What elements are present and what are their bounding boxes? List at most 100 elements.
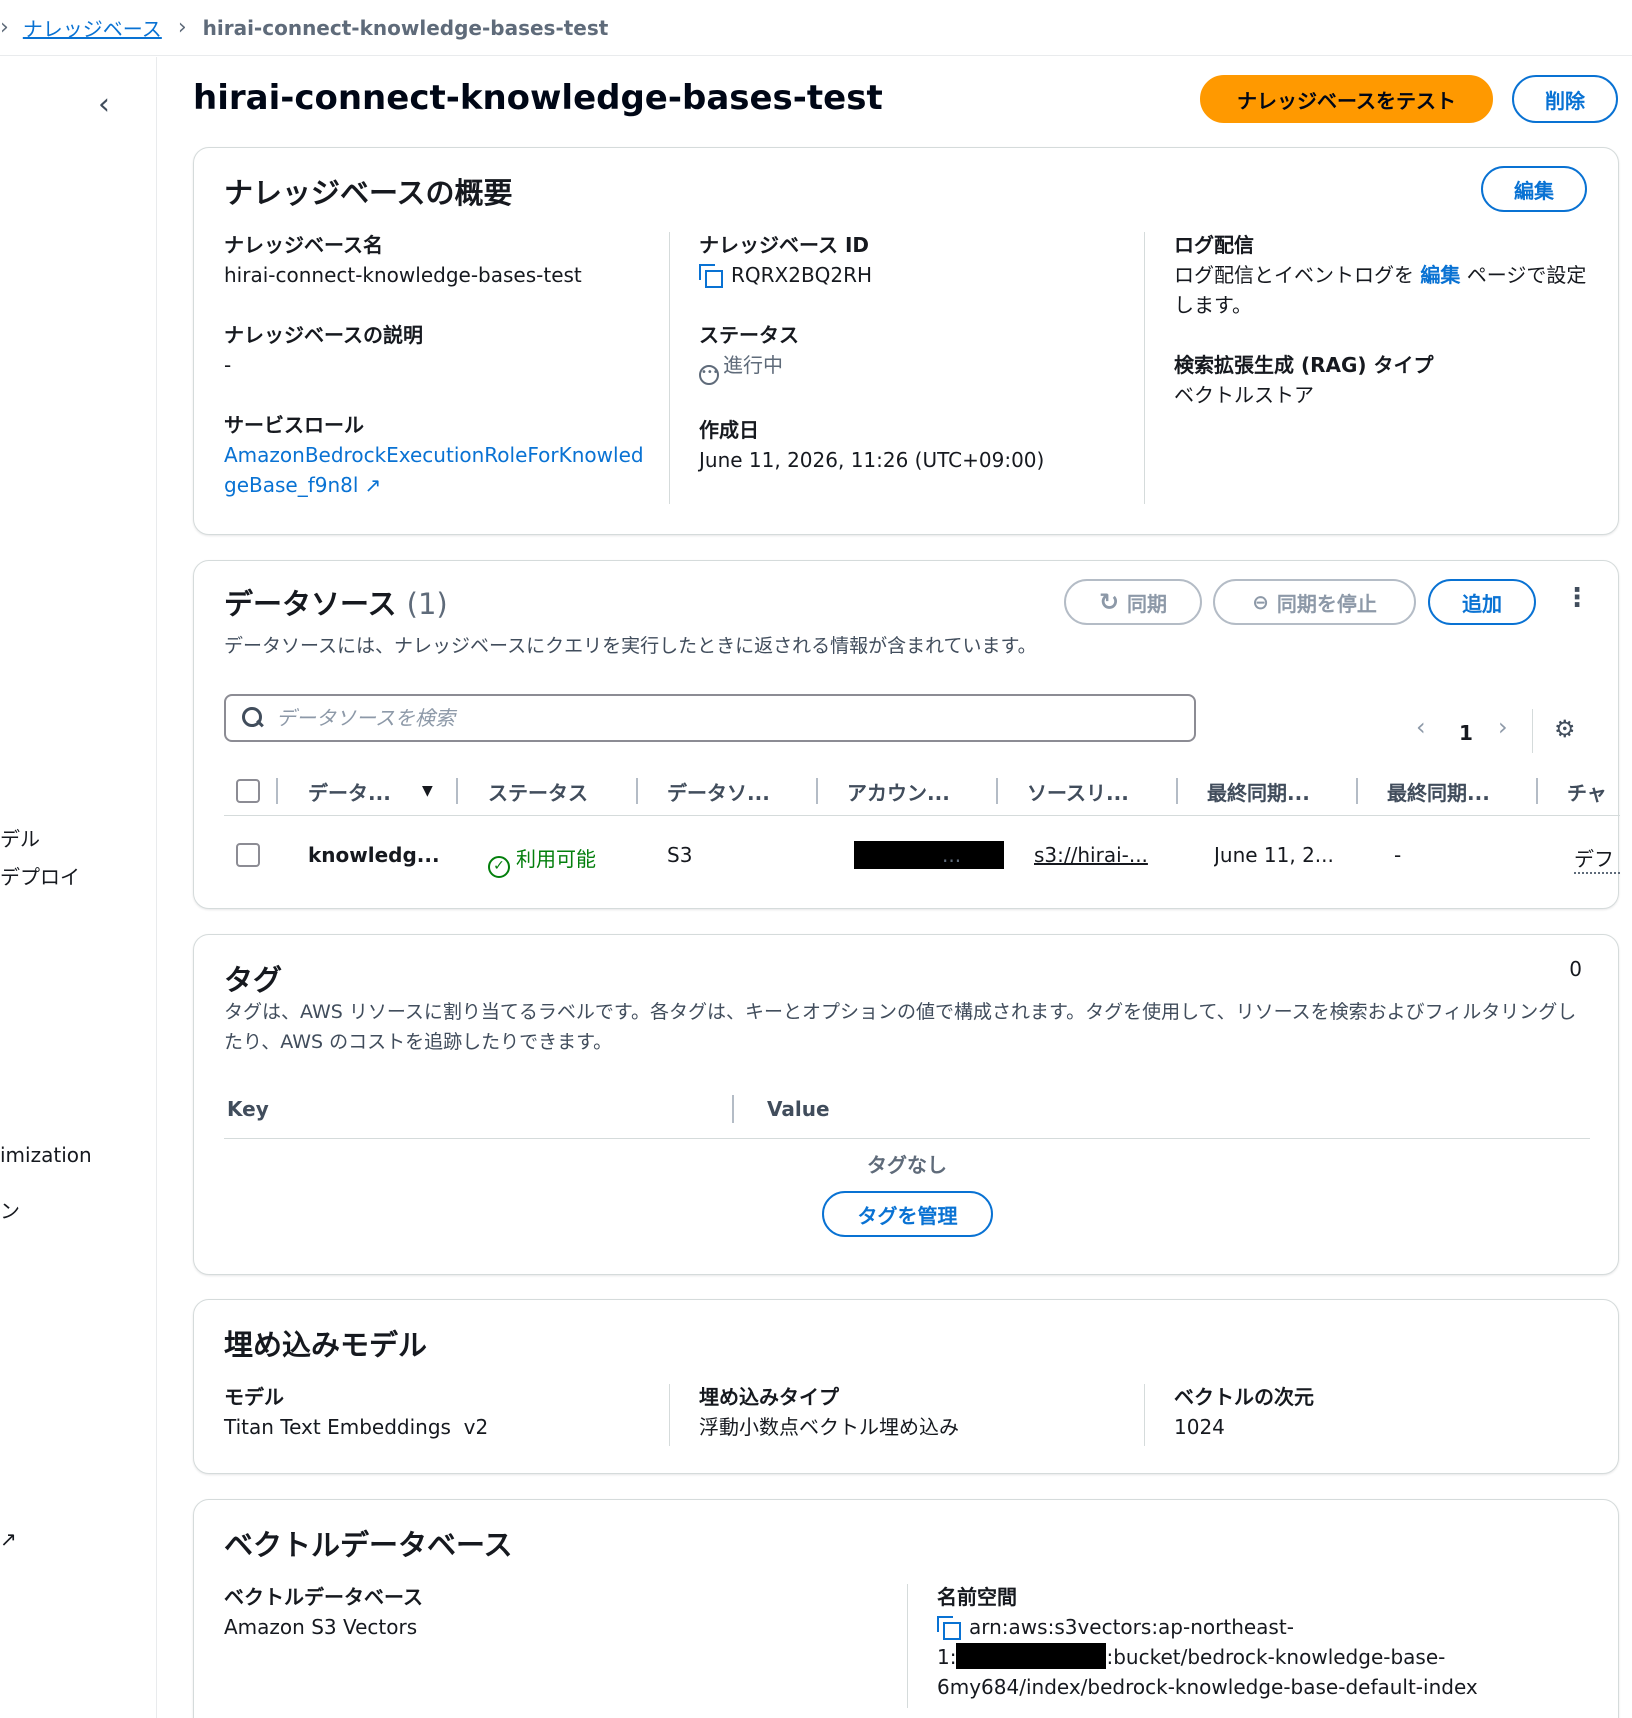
select-all-checkbox[interactable] xyxy=(236,766,260,816)
column-divider xyxy=(669,1384,670,1446)
datasource-type: S3 xyxy=(667,843,693,867)
sync-button[interactable]: ↻ 同期 xyxy=(1064,579,1202,625)
nav-item-model[interactable]: デル xyxy=(0,823,40,852)
success-icon: ✓ xyxy=(488,856,510,878)
previous-page-icon[interactable]: ‹ xyxy=(1416,713,1426,741)
vector-database-card: ベクトルデータベース ベクトルデータベース Amazon S3 Vectors … xyxy=(193,1499,1619,1718)
column-header-account[interactable]: アカウン... xyxy=(847,766,987,816)
chevron-right-icon: › xyxy=(0,15,9,40)
header-divider xyxy=(732,1095,734,1123)
rag-type-label: 検索拡張生成 (RAG) タイプ xyxy=(1174,353,1434,377)
side-navigation: ‹ デル デプロイ imization ン ↗ xyxy=(0,57,157,1718)
key-header: Key xyxy=(227,1097,269,1121)
next-page-icon[interactable]: › xyxy=(1498,713,1508,741)
value-header: Value xyxy=(767,1097,830,1121)
vectordb-col-1: ベクトルデータベース Amazon S3 Vectors xyxy=(224,1582,423,1642)
vectordb-col-2: 名前空間 arn:aws:s3vectors:ap-northeast- 1::… xyxy=(937,1582,1597,1702)
copy-icon[interactable] xyxy=(699,264,723,288)
status-label: ステータス xyxy=(699,323,799,347)
rag-type-value: ベクトルストア xyxy=(1174,383,1314,407)
namespace-label: 名前空間 xyxy=(937,1585,1017,1609)
embedding-col-1: モデル Titan Text Embeddings v2 xyxy=(224,1382,488,1442)
stop-sync-button[interactable]: ⊖ 同期を停止 xyxy=(1213,579,1416,625)
log-edit-link[interactable]: 編集 xyxy=(1420,263,1460,287)
last-sync-value-2: - xyxy=(1394,843,1402,867)
edit-button[interactable]: 編集 xyxy=(1481,166,1587,212)
search-input[interactable] xyxy=(276,706,1176,730)
breadcrumb-link-knowledge-bases[interactable]: ナレッジベース xyxy=(23,13,162,42)
overview-col-2: ナレッジベース ID RQRX2BQ2RH ステータス ••• 進行中 作成日 J… xyxy=(699,230,1119,475)
embedding-col-3: ベクトルの次元 1024 xyxy=(1174,1382,1314,1442)
chunking-value[interactable]: デフ xyxy=(1574,843,1620,874)
stop-icon: ⊖ xyxy=(1252,590,1269,614)
manage-tags-button[interactable]: タグを管理 xyxy=(822,1191,993,1237)
column-header-status[interactable]: ステータス xyxy=(488,766,628,816)
overview-card: ナレッジベースの概要 編集 ナレッジベース名 hirai-connect-kno… xyxy=(193,147,1619,535)
overview-title: ナレッジベースの概要 xyxy=(224,176,513,210)
chevron-right-icon: › xyxy=(177,15,187,40)
tags-description: タグは、AWS リソースに割り当てるラベルです。各タグは、キーとオプションの値で… xyxy=(224,1001,1577,1053)
created-label: 作成日 xyxy=(699,418,759,442)
datasource-card: データソース (1) ↻ 同期 ⊖ 同期を停止 追加 ⋮ データソースには、ナレッジ… xyxy=(193,560,1620,909)
breadcrumb-current: hirai-connect-knowledge-bases-test xyxy=(202,15,609,40)
column-header-name[interactable]: データ... xyxy=(308,766,418,816)
model-value: Titan Text Embeddings v2 xyxy=(224,1415,489,1439)
copy-icon[interactable] xyxy=(937,1616,961,1640)
embedding-col-2: 埋め込みタイプ 浮動小数点ベクトル埋め込み xyxy=(699,1382,959,1442)
kb-id-label: ナレッジベース ID xyxy=(699,233,870,257)
current-page[interactable]: 1 xyxy=(1459,721,1473,745)
log-delivery-label: ログ配信 xyxy=(1174,233,1254,257)
kb-name-label: ナレッジベース名 xyxy=(224,233,383,257)
datasource-name-link[interactable]: knowledg... xyxy=(308,843,438,867)
table-header: データ... ▼ ステータス データソ... アカウン... ソースリ... 最… xyxy=(224,766,1620,816)
delete-button[interactable]: 削除 xyxy=(1512,75,1618,123)
column-header-datasource-type[interactable]: データソ... xyxy=(667,766,807,816)
status-available: ✓ 利用可能 xyxy=(488,843,596,878)
vector-db-value: Amazon S3 Vectors xyxy=(224,1615,418,1639)
namespace-line-2: 1::bucket/bedrock-knowledge-base- xyxy=(937,1643,1446,1669)
namespace-line-1: arn:aws:s3vectors:ap-northeast- xyxy=(937,1612,1597,1642)
tags-title: タグ xyxy=(224,963,283,997)
row-checkbox[interactable] xyxy=(236,843,260,867)
kb-id-value: RQRX2BQ2RH xyxy=(699,260,1119,290)
embedding-title: 埋め込みモデル xyxy=(224,1328,428,1362)
breadcrumb: › ナレッジベース › hirai-connect-knowledge-base… xyxy=(0,0,1632,56)
refresh-icon: ↻ xyxy=(1098,588,1120,616)
service-role-label: サービスロール xyxy=(224,413,364,437)
column-header-chunking[interactable]: チャ xyxy=(1567,766,1620,816)
column-header-source[interactable]: ソースリ... xyxy=(1027,766,1167,816)
embedding-type-value: 浮動小数点ベクトル埋め込み xyxy=(699,1415,959,1439)
kb-description-label: ナレッジベースの説明 xyxy=(224,323,423,347)
nav-item-other[interactable]: ン xyxy=(0,1195,20,1224)
sort-desc-icon[interactable]: ▼ xyxy=(422,766,433,816)
collapse-nav-icon[interactable]: ‹ xyxy=(98,87,110,122)
vector-dimension-label: ベクトルの次元 xyxy=(1174,1385,1314,1409)
add-datasource-button[interactable]: 追加 xyxy=(1428,579,1536,625)
datasource-description: データソースには、ナレッジベースにクエリを実行したときに返される情報が含まれてい… xyxy=(224,635,1037,657)
kb-name-value: hirai-connect-knowledge-bases-test xyxy=(224,263,582,287)
redacted-account xyxy=(854,841,1004,869)
column-header-last-sync-2[interactable]: 最終同期... xyxy=(1387,766,1527,816)
kb-description-value: - xyxy=(224,353,232,377)
overview-col-3: ログ配信 ログ配信とイベントログを 編集 ページで設定します。 検索拡張生成 (… xyxy=(1174,230,1594,410)
external-link-icon[interactable]: ↗ xyxy=(0,1527,17,1551)
tags-card: タグ 0 タグは、AWS リソースに割り当てるラベルです。各タグは、キーとオプシ… xyxy=(193,934,1619,1275)
datasource-search[interactable] xyxy=(224,694,1196,742)
account-value: ... xyxy=(942,843,962,867)
service-role-link[interactable]: AmazonBedrockExecutionRoleForKnowledgeBa… xyxy=(224,440,644,500)
test-knowledge-base-button[interactable]: ナレッジベースをテスト xyxy=(1200,75,1493,123)
search-icon xyxy=(242,707,264,729)
more-actions-icon[interactable]: ⋮ xyxy=(1564,583,1590,613)
vector-dimension-value: 1024 xyxy=(1174,1415,1225,1439)
settings-gear-icon[interactable]: ⚙ xyxy=(1554,715,1576,743)
nav-item-optimization[interactable]: imization xyxy=(0,1143,92,1167)
in-progress-icon: ••• xyxy=(699,365,719,385)
source-link[interactable]: s3://hirai-... xyxy=(1034,843,1154,867)
page-title: hirai-connect-knowledge-bases-test xyxy=(193,78,883,118)
pagination-divider xyxy=(1532,709,1533,753)
embedding-model-card: 埋め込みモデル モデル Titan Text Embeddings v2 埋め込… xyxy=(193,1299,1619,1474)
nav-item-deploy[interactable]: デプロイ xyxy=(0,861,80,890)
column-header-last-sync[interactable]: 最終同期... xyxy=(1207,766,1347,816)
namespace-line-3: 6my684/index/bedrock-knowledge-base-defa… xyxy=(937,1675,1478,1699)
column-divider xyxy=(1144,232,1145,504)
